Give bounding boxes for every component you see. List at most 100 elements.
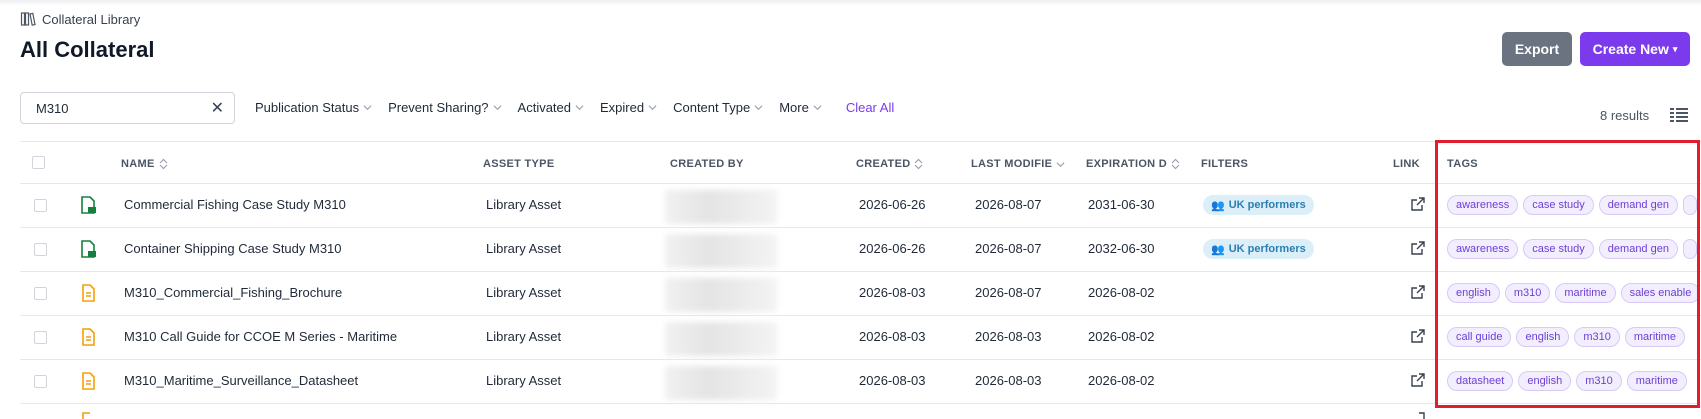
tag[interactable]: m310 <box>1576 371 1622 391</box>
last-modified-date: 2026-08-03 <box>975 373 1042 388</box>
column-expiration-date[interactable]: EXPIRATION D <box>1086 158 1180 170</box>
filter-more[interactable]: More <box>779 100 822 115</box>
asset-name[interactable]: M310_Commercial_Fishing_Brochure <box>124 285 342 300</box>
column-label: CREATED BY <box>670 158 744 170</box>
file-orange-icon <box>82 372 95 390</box>
column-label: LINK <box>1393 158 1420 170</box>
filter-label: Prevent Sharing? <box>388 100 489 115</box>
filter-label: Activated <box>517 100 572 115</box>
tag[interactable]: case study <box>1523 195 1594 215</box>
column-created[interactable]: CREATED <box>856 158 923 170</box>
tag[interactable] <box>1682 239 1697 259</box>
external-link-icon[interactable] <box>1410 284 1426 300</box>
external-link-icon[interactable] <box>1410 240 1426 256</box>
asset-name[interactable]: M310_Maritime_Surveillance_Datasheet <box>124 373 358 388</box>
file-green-icon <box>81 240 96 258</box>
row-checkbox[interactable] <box>34 243 47 256</box>
select-all-checkbox[interactable] <box>32 156 45 169</box>
table-row[interactable]: Container Shipping Case Study M310 Libra… <box>20 228 1701 272</box>
column-name[interactable]: NAME <box>121 158 168 170</box>
external-link-icon[interactable] <box>1410 196 1426 212</box>
asset-name[interactable]: Commercial Fishing Case Study M310 <box>124 197 346 212</box>
tag[interactable]: m310 <box>1504 283 1551 303</box>
asset-name[interactable]: M310 Call Guide for CCOE M Series - Mari… <box>124 329 397 344</box>
external-link-icon[interactable] <box>1410 328 1426 344</box>
filter-bar: Publication Status Prevent Sharing? Acti… <box>255 100 894 115</box>
chevron-down-icon <box>363 105 372 111</box>
tag[interactable]: demand gen <box>1598 239 1678 259</box>
asset-type: Library Asset <box>486 329 562 344</box>
page-title: All Collateral <box>20 37 155 62</box>
tag[interactable]: datasheet <box>1447 371 1514 391</box>
column-settings-icon[interactable] <box>1670 107 1688 123</box>
column-label: LAST MODIFIE <box>971 158 1053 170</box>
filter-activated[interactable]: Activated <box>518 100 584 115</box>
tag[interactable]: maritime <box>1626 371 1687 391</box>
tag[interactable] <box>1682 195 1697 215</box>
column-link: LINK <box>1393 158 1420 170</box>
clear-all-link[interactable]: Clear All <box>846 100 894 115</box>
export-button[interactable]: Export <box>1502 32 1572 66</box>
asset-type: Library Asset <box>486 241 562 256</box>
search-box: ✕ <box>20 92 235 124</box>
tag[interactable]: english <box>1516 327 1570 347</box>
external-link-icon[interactable] <box>1410 372 1426 388</box>
filter-prevent-sharing[interactable]: Prevent Sharing? <box>388 100 502 115</box>
filter-content-type[interactable]: Content Type <box>673 100 763 115</box>
created-by-redacted <box>665 234 777 268</box>
row-checkbox[interactable] <box>34 287 47 300</box>
group-icon: 👥 <box>1211 199 1225 212</box>
last-modified-date: 2026-08-03 <box>975 329 1042 344</box>
table-row[interactable]: M310 Call Guide for CCOE M Series - Mari… <box>20 316 1701 360</box>
file-orange-icon <box>82 412 90 419</box>
chevron-down-icon <box>754 105 763 111</box>
created-by-redacted <box>665 322 777 356</box>
tag[interactable]: demand gen <box>1598 195 1678 215</box>
tag[interactable]: maritime <box>1555 283 1616 303</box>
expiration-date: 2026-08-02 <box>1088 285 1155 300</box>
breadcrumb[interactable]: Collateral Library <box>20 11 140 27</box>
filter-badge-label: UK performers <box>1228 199 1306 211</box>
created-date: 2026-08-03 <box>859 329 926 344</box>
column-last-modified[interactable]: LAST MODIFIE <box>971 158 1065 170</box>
row-checkbox[interactable] <box>34 331 47 344</box>
column-asset-type: ASSET TYPE <box>483 158 554 170</box>
expiration-date: 2026-08-02 <box>1088 373 1155 388</box>
tag[interactable]: english <box>1447 283 1500 303</box>
table-row-partial <box>20 405 1701 419</box>
tag[interactable]: m310 <box>1574 327 1620 347</box>
tag[interactable]: english <box>1518 371 1572 391</box>
filter-label: Publication Status <box>255 100 360 115</box>
filter-label: Content Type <box>673 100 751 115</box>
filter-badge: 👥 UK performers <box>1203 195 1314 215</box>
created-by-redacted <box>665 278 777 312</box>
collateral-table: NAME ASSET TYPE CREATED BY CREATED LAST … <box>20 141 1701 404</box>
tag[interactable]: call guide <box>1447 327 1512 347</box>
create-new-button[interactable]: Create New ▾ <box>1580 32 1690 66</box>
sort-icon <box>159 158 168 170</box>
table-row[interactable]: M310_Maritime_Surveillance_Datasheet Lib… <box>20 360 1701 404</box>
asset-name[interactable]: Container Shipping Case Study M310 <box>124 241 342 256</box>
row-checkbox[interactable] <box>34 375 47 388</box>
row-checkbox[interactable] <box>34 199 47 212</box>
search-input[interactable] <box>36 100 206 116</box>
file-orange-icon <box>82 328 95 346</box>
filter-publication-status[interactable]: Publication Status <box>255 100 372 115</box>
filter-expired[interactable]: Expired <box>600 100 657 115</box>
tag[interactable]: awareness <box>1447 195 1519 215</box>
table-header: NAME ASSET TYPE CREATED BY CREATED LAST … <box>20 141 1701 184</box>
top-shadow <box>0 0 1701 6</box>
table-row[interactable]: Commercial Fishing Case Study M310 Libra… <box>20 184 1701 228</box>
chevron-down-icon <box>1056 161 1065 167</box>
tag[interactable]: maritime <box>1624 327 1686 347</box>
created-date: 2026-06-26 <box>859 197 926 212</box>
tag[interactable]: sales enable <box>1620 283 1701 303</box>
tag[interactable]: case study <box>1523 239 1594 259</box>
tag[interactable]: awareness <box>1447 239 1519 259</box>
table-row[interactable]: M310_Commercial_Fishing_Brochure Library… <box>20 272 1701 316</box>
created-date: 2026-06-26 <box>859 241 926 256</box>
created-date: 2026-08-03 <box>859 373 926 388</box>
column-label: FILTERS <box>1201 158 1249 170</box>
last-modified-date: 2026-08-07 <box>975 197 1042 212</box>
clear-search-icon[interactable]: ✕ <box>211 98 224 118</box>
